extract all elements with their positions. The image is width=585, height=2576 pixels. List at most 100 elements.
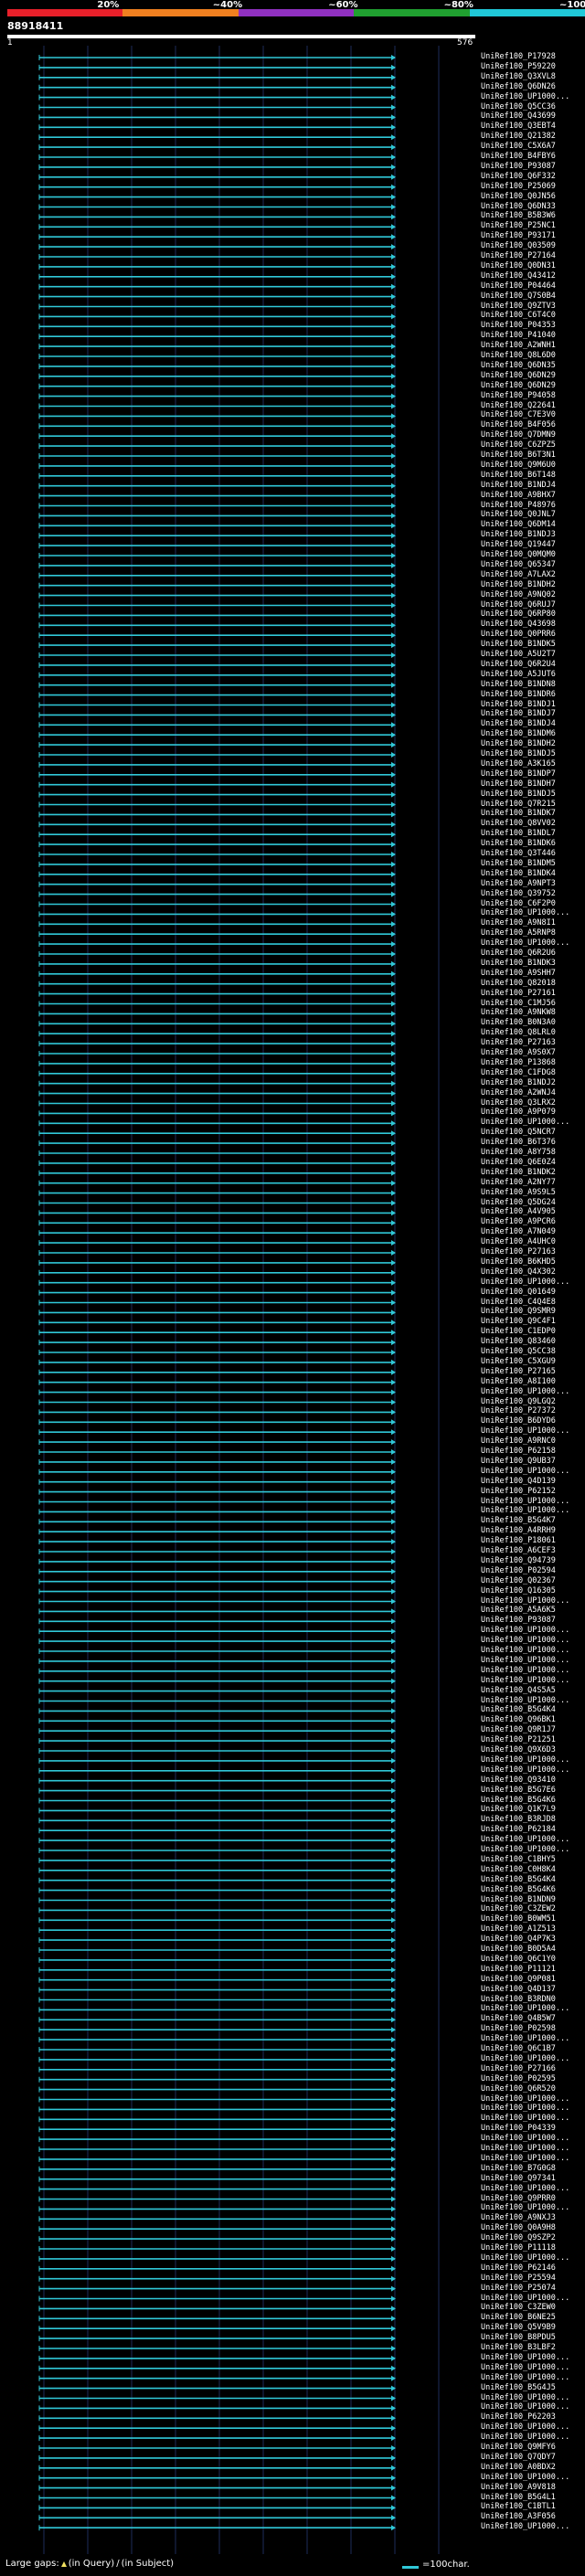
hit-label-link[interactable]: UniRef100_Q3EBT4 xyxy=(481,122,585,132)
hit-label-link[interactable]: UniRef100_C3ZEW2 xyxy=(481,1904,585,1914)
hit-label-link[interactable]: UniRef100_C5XGU9 xyxy=(481,1357,585,1367)
hit-row[interactable] xyxy=(38,513,396,519)
hit-label-link[interactable]: UniRef100_UP1000... xyxy=(481,2104,585,2114)
hit-label-link[interactable]: UniRef100_B0N3A0 xyxy=(481,1018,585,1028)
hit-row[interactable] xyxy=(38,1090,396,1097)
hit-label-link[interactable]: UniRef100_B1NDK4 xyxy=(481,869,585,879)
hit-label-link[interactable]: UniRef100_A2WNJ4 xyxy=(481,1088,585,1098)
hit-label-link[interactable]: UniRef100_A5RNP8 xyxy=(481,928,585,938)
hit-label-link[interactable]: UniRef100_Q97341 xyxy=(481,2174,585,2184)
hit-label-link[interactable]: UniRef100_A9NXJ3 xyxy=(481,2213,585,2223)
hit-row[interactable] xyxy=(38,2027,396,2033)
hit-row[interactable] xyxy=(38,771,396,778)
hit-label-link[interactable]: UniRef100_UP1000... xyxy=(481,2294,585,2304)
hit-label-link[interactable]: UniRef100_UP1000... xyxy=(481,1765,585,1776)
hit-label-link[interactable]: UniRef100_C1MJ56 xyxy=(481,999,585,1009)
hit-row[interactable] xyxy=(38,2306,396,2312)
hit-label-link[interactable]: UniRef100_Q0PRR6 xyxy=(481,630,585,640)
hit-row[interactable] xyxy=(38,1250,396,1256)
hit-label-link[interactable]: UniRef100_Q43412 xyxy=(481,271,585,281)
hit-row[interactable] xyxy=(38,881,396,887)
hit-row[interactable] xyxy=(38,533,396,539)
hit-row[interactable] xyxy=(38,1828,396,1834)
hit-label-link[interactable]: UniRef100_A4V905 xyxy=(481,1207,585,1217)
hit-label-link[interactable]: UniRef100_P25594 xyxy=(481,2274,585,2284)
hit-row[interactable] xyxy=(38,1499,396,1505)
hit-row[interactable] xyxy=(38,2196,396,2202)
hit-label-link[interactable]: UniRef100_UP1000... xyxy=(481,1835,585,1845)
hit-label-link[interactable]: UniRef100_B4F056 xyxy=(481,420,585,430)
hit-row[interactable] xyxy=(38,1757,396,1764)
hit-label-link[interactable]: UniRef100_Q6R2U4 xyxy=(481,660,585,670)
hit-label-link[interactable]: UniRef100_A9S0X7 xyxy=(481,1048,585,1058)
hit-row[interactable] xyxy=(38,970,396,977)
hit-label-link[interactable]: UniRef100_A9NPT3 xyxy=(481,879,585,889)
hit-label-link[interactable]: UniRef100_B1NDJ1 xyxy=(481,700,585,710)
hit-label-link[interactable]: UniRef100_A1Z513 xyxy=(481,1924,585,1935)
hit-row[interactable] xyxy=(38,1787,396,1794)
hit-label-link[interactable]: UniRef100_B1NDH2 xyxy=(481,580,585,590)
hit-label-link[interactable]: UniRef100_B5G4K4 xyxy=(481,1875,585,1885)
hit-label-link[interactable]: UniRef100_Q9C4F1 xyxy=(481,1317,585,1327)
hit-label-link[interactable]: UniRef100_A3K165 xyxy=(481,759,585,769)
hit-label-link[interactable]: UniRef100_UP1000... xyxy=(481,1467,585,1477)
hit-label-link[interactable]: UniRef100_Q1K7L9 xyxy=(481,1805,585,1815)
hit-label-link[interactable]: UniRef100_Q6E0Z4 xyxy=(481,1158,585,1168)
hit-row[interactable] xyxy=(38,1588,396,1595)
hit-row[interactable] xyxy=(38,781,396,788)
hit-label-link[interactable]: UniRef100_Q65347 xyxy=(481,560,585,570)
hit-row[interactable] xyxy=(38,811,396,818)
hit-label-link[interactable]: UniRef100_P13868 xyxy=(481,1058,585,1068)
hit-label-link[interactable]: UniRef100_B0WM51 xyxy=(481,1914,585,1924)
hit-row[interactable] xyxy=(38,194,396,200)
hit-label-link[interactable]: UniRef100_UP1000... xyxy=(481,1845,585,1855)
hit-row[interactable] xyxy=(38,2017,396,2023)
hit-row[interactable] xyxy=(38,871,396,877)
hit-label-link[interactable]: UniRef100_Q3XVL8 xyxy=(481,72,585,82)
hit-label-link[interactable]: UniRef100_UP1000... xyxy=(481,1506,585,1516)
hit-label-link[interactable]: UniRef100_Q8LRL0 xyxy=(481,1028,585,1038)
hit-label-link[interactable]: UniRef100_UP1000... xyxy=(481,2114,585,2124)
hit-label-link[interactable]: UniRef100_UP1000... xyxy=(481,2054,585,2064)
hit-row[interactable] xyxy=(38,433,396,440)
hit-label-link[interactable]: UniRef100_Q9ZTV3 xyxy=(481,302,585,312)
hit-row[interactable] xyxy=(38,2007,396,2013)
hit-row[interactable] xyxy=(38,323,396,330)
hit-label-link[interactable]: UniRef100_Q9MFY6 xyxy=(481,2443,585,2453)
hit-label-link[interactable]: UniRef100_A3F056 xyxy=(481,2512,585,2522)
hit-label-link[interactable]: UniRef100_Q4D139 xyxy=(481,1477,585,1487)
hit-row[interactable] xyxy=(38,393,396,399)
hit-label-link[interactable]: UniRef100_Q03509 xyxy=(481,241,585,251)
hit-row[interactable] xyxy=(38,2435,396,2442)
hit-label-link[interactable]: UniRef100_Q9SMR9 xyxy=(481,1307,585,1317)
hit-row[interactable] xyxy=(38,1011,396,1017)
hit-row[interactable] xyxy=(38,413,396,419)
hit-label-link[interactable]: UniRef100_UP1000... xyxy=(481,2184,585,2194)
hit-row[interactable] xyxy=(38,622,396,629)
hit-row[interactable] xyxy=(38,1578,396,1585)
hit-row[interactable] xyxy=(38,2246,396,2252)
hit-row[interactable] xyxy=(38,1678,396,1684)
hit-row[interactable] xyxy=(38,204,396,210)
hit-row[interactable] xyxy=(38,1210,396,1216)
hit-label-link[interactable]: UniRef100_B1NDM5 xyxy=(481,859,585,869)
hit-row[interactable] xyxy=(38,1877,396,1883)
hit-row[interactable] xyxy=(38,2454,396,2461)
hit-label-link[interactable]: UniRef100_P25074 xyxy=(481,2284,585,2294)
hit-row[interactable] xyxy=(38,383,396,389)
hit-row[interactable] xyxy=(38,1698,396,1704)
hit-row[interactable] xyxy=(38,1977,396,1983)
hit-label-link[interactable]: UniRef100_UP1000... xyxy=(481,2373,585,2383)
hit-label-link[interactable]: UniRef100_P27166 xyxy=(481,2064,585,2074)
hit-label-link[interactable]: UniRef100_Q6DM14 xyxy=(481,520,585,530)
hit-row[interactable] xyxy=(38,1340,396,1346)
hit-label-link[interactable]: UniRef100_B1NDK7 xyxy=(481,809,585,819)
hit-label-link[interactable]: UniRef100_P25NC1 xyxy=(481,221,585,231)
hit-label-link[interactable]: UniRef100_B3RJD8 xyxy=(481,1815,585,1825)
hit-row[interactable] xyxy=(38,2216,396,2222)
hit-row[interactable] xyxy=(38,263,396,270)
hit-label-link[interactable]: UniRef100_Q9P081 xyxy=(481,1975,585,1985)
hit-row[interactable] xyxy=(38,2066,396,2072)
hit-row[interactable] xyxy=(38,2206,396,2212)
hit-label-link[interactable]: UniRef100_Q5CC36 xyxy=(481,102,585,112)
